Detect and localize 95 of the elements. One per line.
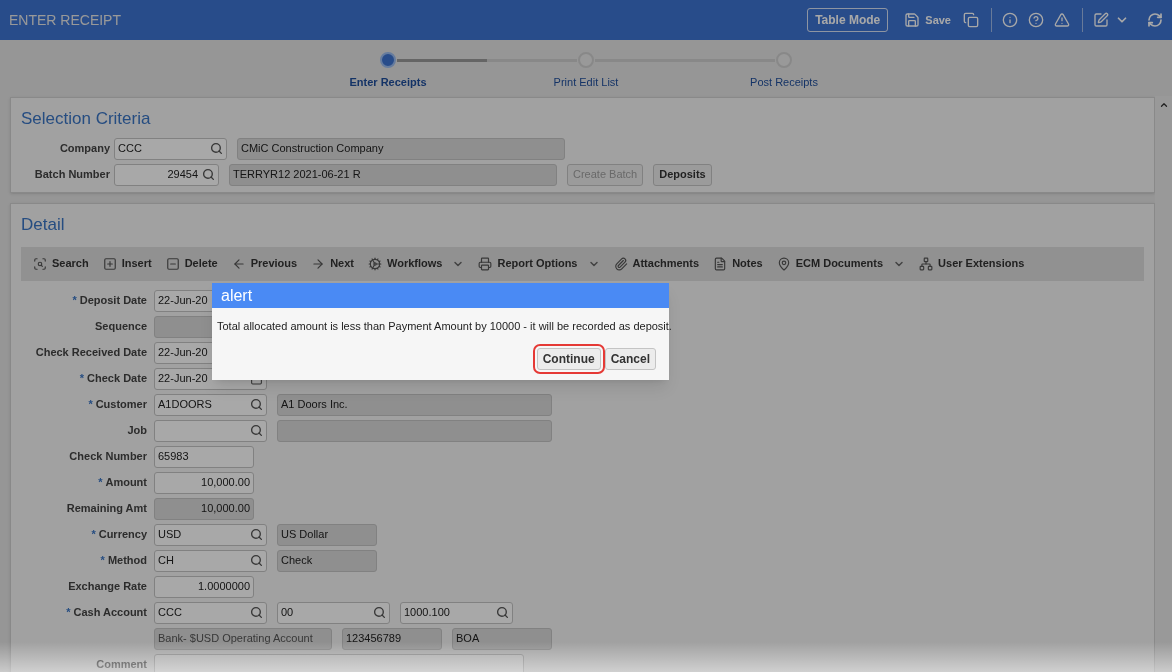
section-title: Detail [21,214,66,236]
field-label: Method [107,553,147,569]
search-icon[interactable] [250,424,263,437]
page-title: ENTER RECEIPT [9,10,122,30]
read-only-field: US Dollar [277,523,377,546]
lookup-field[interactable]: 00 [277,601,390,624]
search-icon[interactable] [210,142,223,155]
refresh-icon[interactable] [1147,12,1163,28]
dialog-button[interactable]: Cancel [604,347,656,370]
read-only-field: Check [277,549,377,572]
copy-icon[interactable] [963,12,979,28]
field-label: Batch Number [33,167,110,183]
toolbar-button[interactable]: User Extensions [919,255,1025,272]
required-mark: * [66,605,71,621]
search-icon[interactable] [250,528,263,541]
document-icon [713,256,728,271]
field-label: Currency [98,527,147,543]
search-icon[interactable] [202,168,215,181]
section-title: Selection Criteria [21,108,152,130]
add-row-icon [102,256,117,271]
step-label[interactable]: Print Edit List [553,74,619,91]
field-label: Amount [105,475,147,491]
read-only-field: 123456789 [342,627,442,650]
step-marker[interactable] [380,52,396,68]
input-field[interactable] [154,653,524,672]
hierarchy-icon [919,256,934,271]
search-icon[interactable] [250,398,263,411]
form-button[interactable]: Deposits [653,163,712,186]
read-only-field: CMiC Construction Company [237,137,565,160]
toolbar-button[interactable]: Attachments [613,255,700,272]
paperclip-icon [613,256,628,271]
field-label: Job [127,423,147,439]
lookup-field[interactable]: CCC [114,137,227,160]
search-icon [33,256,47,271]
search-icon[interactable] [250,606,263,619]
lookup-field[interactable]: 1000.100 [400,601,513,624]
table-mode-button[interactable]: Table Mode [807,8,889,32]
arrow-left-icon [231,256,246,271]
toolbar-button[interactable]: Delete [165,255,218,272]
required-mark: * [100,553,105,569]
help-icon[interactable] [1028,12,1044,28]
delete-row-icon [165,256,180,271]
toolbar-button[interactable]: Workflows [368,255,443,272]
toolbar-button[interactable]: Search [33,255,89,272]
toolbar-button[interactable]: Notes [713,255,763,272]
pin-icon [776,256,791,271]
input-field[interactable]: 65983 [154,445,254,468]
lookup-field[interactable]: CH [154,549,267,572]
lookup-field[interactable] [154,419,267,442]
required-mark: * [88,397,93,413]
field-label: Customer [95,397,147,413]
search-icon[interactable] [496,606,509,619]
warning-icon[interactable] [1054,12,1070,28]
read-only-field: TERRYR12 2021-06-21 R [229,163,557,186]
read-only-field: Bank- $USD Operating Account [154,627,332,650]
lookup-field[interactable]: CCC [154,601,267,624]
lookup-field[interactable]: A1DOORS [154,393,267,416]
required-mark: * [91,527,96,543]
field-label: Check Number [69,449,147,465]
input-field[interactable]: 1.0000000 [154,575,254,598]
info-icon[interactable] [1002,12,1018,28]
field-label: Deposit Date [79,293,147,309]
toolbar-button[interactable]: Previous [231,255,298,272]
gear-icon [368,256,382,271]
search-icon[interactable] [250,554,263,567]
toolbar-button[interactable]: Report Options [478,255,578,272]
lookup-field[interactable]: 29454 [114,163,219,186]
step-label[interactable]: Post Receipts [750,74,818,91]
field-label: Company [58,141,110,157]
required-mark: * [79,371,85,387]
alert-message: Total allocated amount is less than Payment Amount by 10000 - it will be recorded as deposit. [216,319,669,334]
save-button[interactable]: Save [904,11,951,29]
printer-icon [478,256,493,271]
read-only-field: 10,000.00 [154,497,254,520]
toolbar-button[interactable]: Insert [102,255,152,272]
search-icon[interactable] [373,606,386,619]
required-mark: * [72,293,77,309]
lookup-field[interactable]: USD [154,523,267,546]
field-label: Remaining Amt [66,501,147,517]
arrow-right-icon [311,256,326,271]
input-field[interactable]: 10,000.00 [154,471,254,494]
field-label: Sequence [95,319,147,335]
read-only-field: A1 Doors Inc. [277,393,552,416]
edit-icon[interactable] [1093,12,1109,28]
field-label: Check Date [87,371,147,387]
step-label[interactable]: Enter Receipts [349,74,427,91]
save-icon [904,12,921,28]
field-label: Cash Account [73,605,147,621]
field-label: Exchange Rate [68,579,147,595]
toolbar-button[interactable]: Next [311,255,354,272]
field-label: Check Received Date [35,345,147,361]
read-only-field: BOA [452,627,552,650]
toolbar-button[interactable]: ECM Documents [776,255,884,272]
field-label: Comment [96,657,147,672]
required-mark: * [98,475,103,491]
